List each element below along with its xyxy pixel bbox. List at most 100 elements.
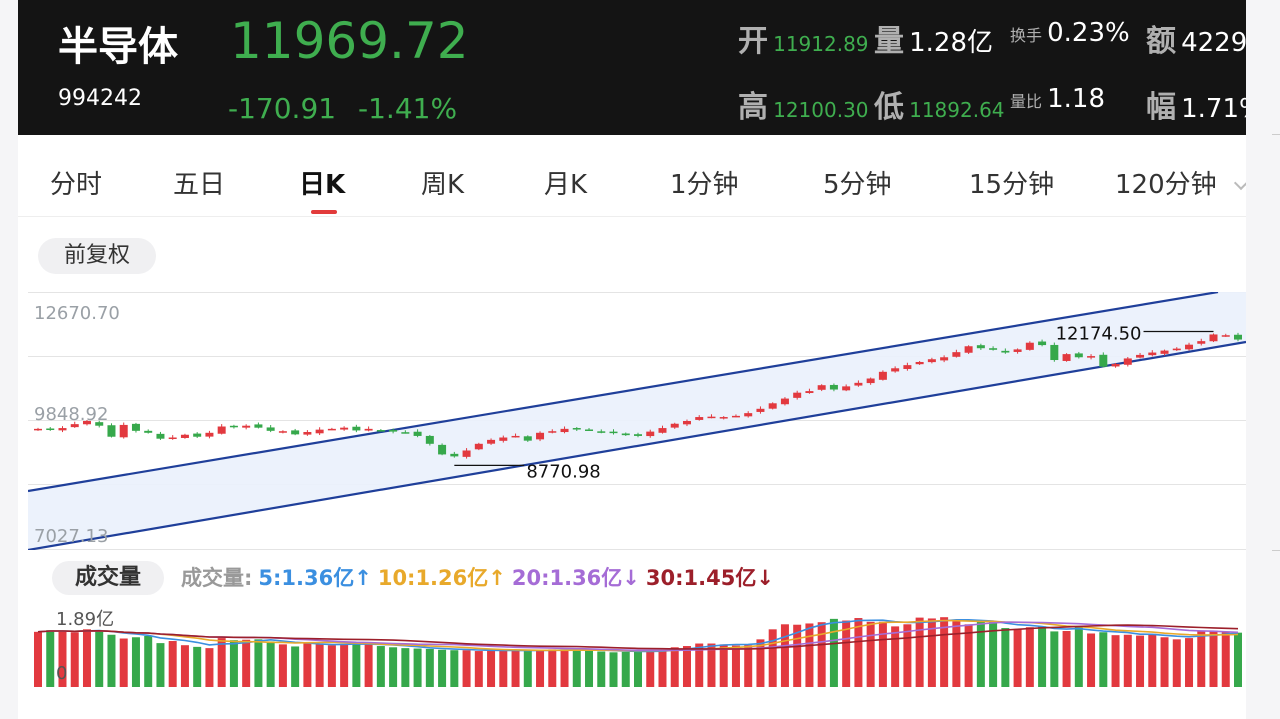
tab-day-k[interactable]: 日K <box>299 164 345 201</box>
candle-body <box>156 433 165 439</box>
tab-15min[interactable]: 15分钟 <box>969 164 1054 201</box>
volume-bar <box>915 617 924 687</box>
candle-body <box>462 450 471 457</box>
volume-bar <box>621 651 630 687</box>
volume-bar <box>523 651 532 687</box>
candle-body <box>940 357 949 361</box>
volume-bar <box>487 650 496 687</box>
volume-bar <box>389 647 398 687</box>
candle-body <box>1111 363 1120 367</box>
candle-body <box>205 432 214 437</box>
candle-body <box>695 417 704 420</box>
volume-bar <box>95 630 104 687</box>
amount-value: 4229 <box>1181 28 1246 58</box>
candle-body <box>793 392 802 398</box>
candle-body <box>1197 341 1206 344</box>
volume-bar <box>597 651 606 687</box>
candle-body <box>303 432 312 435</box>
candle-body <box>1001 350 1010 353</box>
volume-bar <box>511 650 520 687</box>
candle-body <box>1234 334 1242 340</box>
candle-body <box>829 384 838 390</box>
volume-bar <box>131 637 140 687</box>
candle-body <box>1025 342 1034 350</box>
quote-header: 半导体 994242 11969.72 -170.91 -1.41% 开 119… <box>18 0 1246 135</box>
turnover-label: 换手 <box>1010 26 1043 45</box>
candle-body <box>46 428 55 431</box>
tab-120min[interactable]: 120分钟 <box>1115 164 1217 201</box>
volume-bar <box>180 645 189 687</box>
volume-bar <box>46 630 55 687</box>
volume-bar <box>193 646 202 687</box>
candle-body <box>499 437 508 441</box>
candlestick-chart[interactable]: 12174.50 8770.98 12670.70 9848.92 7027.13 <box>28 292 1246 550</box>
candle-body <box>1160 350 1169 354</box>
candle-body <box>266 427 275 431</box>
candle-body <box>1099 354 1108 367</box>
candle-body <box>731 415 740 418</box>
volume-ma20: 20:1.36亿↓ <box>511 566 640 590</box>
volume-bar <box>854 618 863 687</box>
volume-bar <box>878 621 887 687</box>
volume-bar <box>327 645 336 687</box>
volume-bar <box>1160 637 1169 687</box>
candle-body <box>364 428 373 431</box>
active-tab-indicator <box>311 210 337 214</box>
volume-bar <box>719 644 728 687</box>
stat-open: 开 11912.89 <box>738 16 869 60</box>
volume-bar <box>1001 628 1010 687</box>
candle-body <box>1050 344 1059 361</box>
volume-bar <box>1038 626 1047 687</box>
volume-bar <box>682 646 691 687</box>
candle-body <box>854 382 863 386</box>
tab-week-k[interactable]: 周K <box>421 164 464 201</box>
volume-bar <box>1197 631 1206 687</box>
candle-body <box>756 408 765 412</box>
volume-bar <box>303 642 312 687</box>
tab-month-k[interactable]: 月K <box>544 164 587 201</box>
volume-bar <box>168 641 177 687</box>
candle-body <box>658 428 667 433</box>
open-label: 开 <box>738 24 768 59</box>
volume-bar <box>1111 635 1120 687</box>
volume-chart[interactable]: 1.89亿 0 <box>28 598 1246 690</box>
candle-body <box>878 371 887 380</box>
volume-bar <box>866 621 875 687</box>
candle-body <box>805 391 814 394</box>
volume-bar <box>266 641 275 687</box>
candle-body <box>548 431 557 433</box>
volume-bar <box>376 646 385 687</box>
volume-bar <box>156 643 165 687</box>
candle-body <box>915 361 924 365</box>
adjust-button[interactable]: 前复权 <box>38 238 156 274</box>
tab-5min[interactable]: 5分钟 <box>823 164 892 201</box>
volume-panel-label[interactable]: 成交量 <box>52 561 164 595</box>
volume-bar <box>144 636 153 687</box>
candle-body <box>1123 358 1132 365</box>
volume-bar <box>903 624 912 687</box>
chevron-down-icon[interactable] <box>1233 175 1246 191</box>
volume-bar <box>548 649 557 687</box>
candle-body <box>609 431 618 434</box>
vol-ratio-value: 1.18 <box>1047 84 1105 114</box>
volume-bar <box>585 650 594 687</box>
tab-1min[interactable]: 1分钟 <box>670 164 739 201</box>
turnover-value: 0.23% <box>1047 18 1130 48</box>
volume-bar <box>670 647 679 687</box>
volume-bar <box>1050 631 1059 687</box>
volume-bar <box>217 638 226 687</box>
candle-body <box>1136 354 1145 358</box>
low-label: 低 <box>874 90 904 125</box>
candle-body <box>144 430 153 433</box>
volume-bar <box>1234 632 1242 687</box>
candle-body <box>572 428 581 430</box>
candle-body <box>891 368 900 372</box>
tab-five-day[interactable]: 五日 <box>173 164 225 201</box>
candle-body <box>1172 348 1181 351</box>
high-value: 12100.30 <box>773 98 869 122</box>
candle-body <box>168 437 177 440</box>
volume-label: 量 <box>874 24 904 59</box>
volume-ma5: 5:1.36亿↑ <box>258 566 372 590</box>
volume-bar <box>1025 627 1034 687</box>
tab-fenshi[interactable]: 分时 <box>50 164 102 201</box>
